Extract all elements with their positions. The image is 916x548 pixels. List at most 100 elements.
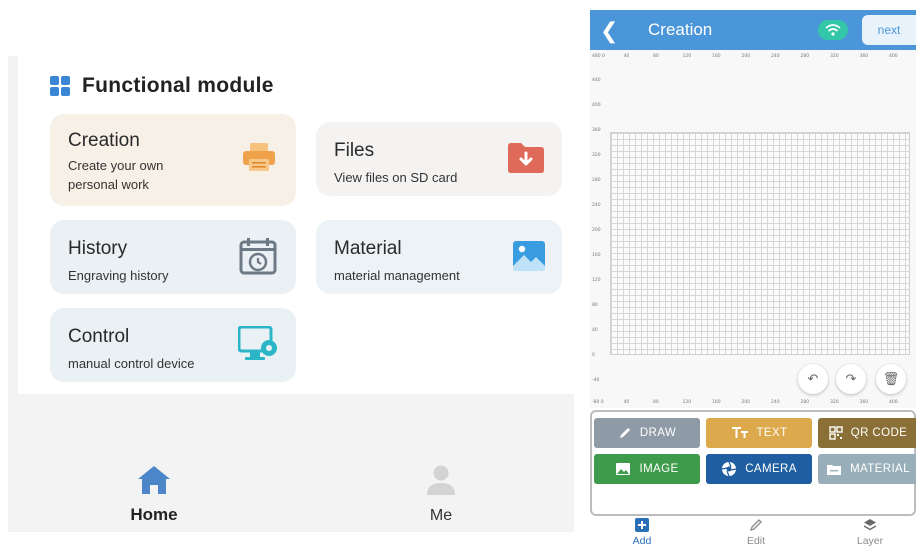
next-button[interactable]: next <box>862 15 916 45</box>
pencil-icon <box>716 518 796 535</box>
tile-title: Material <box>334 238 402 259</box>
draw-button[interactable]: DRAW <box>594 418 700 448</box>
ruler-tick-label: 280 <box>800 400 810 405</box>
pencil-icon <box>619 428 630 438</box>
ruler-tick-label: 200 <box>592 228 601 233</box>
wifi-icon[interactable] <box>818 20 848 40</box>
printer-icon <box>242 142 276 177</box>
ruler-tick-label: 120 <box>682 54 692 59</box>
tab-edit[interactable]: Edit <box>716 518 796 547</box>
bottom-nav: Home Me <box>8 456 574 532</box>
ruler-tick-label: 440 <box>592 78 601 83</box>
ruler-tick-label: 320 <box>592 153 601 158</box>
add-tools-panel: DRAW TEXT QR CODE IMAGE CAMERA MATERIAL <box>590 410 916 516</box>
ruler-tick-label: 200 <box>741 54 751 59</box>
ruler-tick-label: 400 <box>889 54 898 59</box>
tile-material[interactable]: Material material management <box>316 220 562 294</box>
tile-subtitle: Engraving history <box>68 268 169 283</box>
ruler-tick-label: 480 0 <box>592 54 605 59</box>
tab-add[interactable]: Add <box>602 518 682 547</box>
download-folder-icon <box>506 142 546 179</box>
ruler-tick-label: -80 0 <box>592 400 604 405</box>
monitor-gear-icon <box>237 325 280 367</box>
tile-title: Control <box>68 326 130 347</box>
tab-layer[interactable]: Layer <box>830 518 910 547</box>
text-label: TEXT <box>756 427 788 439</box>
tab-edit-label: Edit <box>746 535 766 547</box>
tile-control[interactable]: Control manual control device <box>50 308 296 382</box>
ruler-tick-label: 240 <box>771 54 780 59</box>
ruler-tick-label: 160 <box>592 253 601 258</box>
ruler-tick-label: 0 <box>592 353 595 358</box>
qr-code-label: QR CODE <box>850 427 908 439</box>
ruler-tick-label: 400 <box>889 400 898 405</box>
grid-icon <box>50 76 70 96</box>
tile-title: Files <box>334 140 375 161</box>
ruler-tick-label: 40 <box>592 328 598 333</box>
image-label: IMAGE <box>639 463 679 475</box>
module-title: Functional module <box>82 74 274 97</box>
camera-label: CAMERA <box>745 463 797 475</box>
screen-title: Creation <box>648 20 713 39</box>
ruler-tick-label: 320 <box>830 54 839 59</box>
tile-files[interactable]: Files View files on SD card <box>316 122 562 196</box>
home-icon <box>94 464 214 501</box>
nav-me-label: Me <box>429 507 453 524</box>
nav-home[interactable]: Home <box>94 464 214 525</box>
draw-label: DRAW <box>639 427 677 439</box>
tab-add-label: Add <box>632 535 652 547</box>
camera-button[interactable]: CAMERA <box>706 454 812 484</box>
ruler-tick-label: 280 <box>592 178 601 183</box>
design-grid[interactable] <box>610 132 910 355</box>
ruler-tick-label: 360 <box>859 54 869 59</box>
ruler-tick-label: 80 <box>592 303 598 308</box>
module-header: Functional module <box>50 74 274 98</box>
aperture-icon <box>722 461 737 477</box>
creation-screen: ❮ Creation next 480 0 40 80 120 160 200 240 280… <box>590 10 916 548</box>
text-icon <box>731 427 748 438</box>
ruler-tick-label: -40 <box>592 378 600 383</box>
image-icon <box>512 240 546 277</box>
redo-icon[interactable]: ↷ <box>836 364 866 394</box>
image-button[interactable]: IMAGE <box>594 454 700 484</box>
text-button[interactable]: TEXT <box>706 418 812 448</box>
ruler-tick-label: 200 <box>741 400 751 405</box>
qr-code-icon <box>829 426 843 440</box>
ruler-tick-label: 120 <box>592 278 601 283</box>
folder-icon <box>827 465 842 475</box>
qr-code-button[interactable]: QR CODE <box>818 418 916 448</box>
nav-home-label: Home <box>130 505 178 524</box>
ruler-tick-label: 320 <box>830 400 839 405</box>
tile-title: History <box>68 238 128 259</box>
screenshot-root: Functional module Creation Create your o… <box>0 0 916 548</box>
tile-creation[interactable]: Creation Create your own personal work <box>50 114 296 206</box>
tab-layer-label: Layer <box>856 535 884 547</box>
tile-subtitle: material management <box>334 268 460 283</box>
ruler-tick-label: 160 <box>712 400 721 405</box>
image-icon <box>616 463 631 475</box>
ruler-tick-label: 80 <box>653 54 659 59</box>
tile-history[interactable]: History Engraving history <box>50 220 296 294</box>
ruler-tick-label: 240 <box>771 400 780 405</box>
undo-icon[interactable]: ↶ <box>798 364 828 394</box>
canvas-area: 480 0 40 80 120 160 200 240 280 320 360 400 440 400… <box>590 50 916 408</box>
ruler-tick-label: 40 <box>623 54 630 59</box>
ruler-tick-label: 360 <box>859 400 869 405</box>
ruler-tick-label: 240 <box>592 203 601 208</box>
ruler-tick-label: 40 <box>623 400 630 405</box>
tile-subtitle: Create your own personal work <box>68 158 164 192</box>
nav-me[interactable]: Me <box>381 464 501 525</box>
back-icon[interactable]: ❮ <box>600 18 618 44</box>
add-icon <box>602 518 682 535</box>
ruler-tick-label: 120 <box>682 400 692 405</box>
ruler-tick-label: 400 <box>592 103 601 108</box>
tile-subtitle: manual control device <box>68 356 195 371</box>
ruler-tick-label: 80 <box>653 400 659 405</box>
ruler-tick-label: 280 <box>800 54 810 59</box>
material-button[interactable]: MATERIAL <box>818 454 916 484</box>
person-icon <box>381 464 501 501</box>
calendar-clock-icon <box>238 236 278 281</box>
home-screen: Functional module Creation Create your o… <box>8 56 574 532</box>
ruler-tick-label: 160 <box>712 54 721 59</box>
trash-icon[interactable]: 🗑 <box>876 364 906 394</box>
